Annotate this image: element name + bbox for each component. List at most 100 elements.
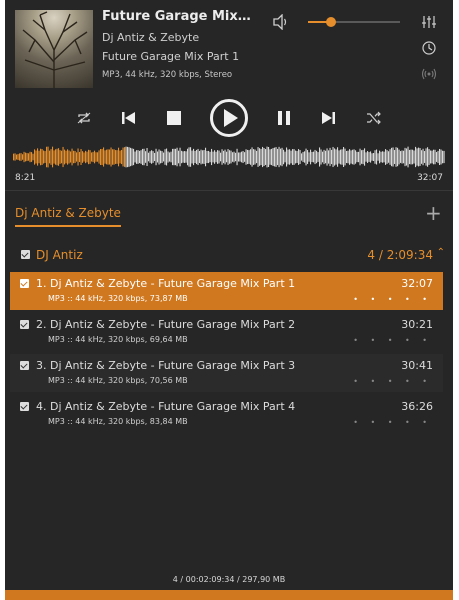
waveform-bar [443, 150, 445, 164]
waveform-bar [220, 152, 222, 162]
waveform-bar [247, 149, 249, 165]
shuffle-icon[interactable] [363, 96, 385, 140]
waveform-bar [376, 149, 378, 165]
waveform-bar [118, 147, 120, 167]
rating-dots[interactable]: • • • • • [353, 295, 432, 304]
waveform-bar [97, 152, 99, 162]
track-title: Future Garage Mix... [102, 9, 252, 24]
waveform-bar [292, 149, 294, 165]
waveform-seekbar[interactable] [13, 143, 445, 171]
item-checkbox[interactable] [20, 361, 29, 370]
waveform-bar [139, 150, 141, 164]
waveform-bar [169, 152, 171, 162]
waveform-bar [346, 150, 348, 164]
waveform-bar [278, 146, 280, 168]
waveform-bar [248, 150, 250, 164]
pause-icon[interactable] [273, 96, 295, 140]
add-tab-icon[interactable]: + [425, 203, 442, 223]
item-checkbox[interactable] [20, 402, 29, 411]
waveform-bar [95, 152, 97, 162]
waveform-bar [89, 150, 91, 164]
waveform-bar [203, 150, 205, 164]
waveform-bar [319, 147, 321, 167]
waveform-bar [344, 148, 346, 166]
waveform-bar [436, 152, 438, 162]
waveform-bar [200, 149, 202, 165]
item-duration: 30:41 [401, 359, 433, 372]
waveform-bar [53, 150, 55, 164]
waveform-bar [305, 148, 307, 166]
waveform-bar [143, 148, 145, 166]
waveform-bar [29, 151, 31, 163]
waveform-bar [238, 152, 240, 162]
waveform-bar [151, 150, 153, 164]
waveform-bar [190, 147, 192, 167]
waveform-bar [409, 149, 411, 165]
waveform-bar [271, 148, 273, 166]
waveform-bar [401, 150, 403, 164]
playlist-item[interactable]: 3. Dj Antiz & Zebyte - Future Garage Mix… [10, 354, 443, 392]
chevron-up-icon[interactable]: ⌃ [437, 247, 445, 258]
item-title: 2. Dj Antiz & Zebyte - Future Garage Mix… [36, 318, 296, 331]
playlist-item[interactable]: 1. Dj Antiz & Zebyte - Future Garage Mix… [10, 272, 443, 310]
rating-dots[interactable]: • • • • • [353, 377, 432, 386]
waveform-bar [92, 151, 94, 163]
repeat-icon[interactable] [73, 96, 95, 140]
waveform-bar [233, 151, 235, 163]
next-icon[interactable] [318, 96, 340, 140]
track-format: MP3, 44 kHz, 320 kbps, Stereo [102, 70, 233, 80]
waveform-bar [82, 151, 84, 163]
waveform-bar [367, 151, 369, 163]
waveform-bar [418, 147, 420, 167]
waveform-bar [365, 152, 367, 162]
play-icon[interactable] [207, 96, 251, 140]
waveform-bar [349, 149, 351, 165]
waveform-bar [145, 151, 147, 163]
waveform-bar [383, 151, 385, 163]
waveform-bar [52, 146, 54, 168]
waveform-bar [425, 148, 427, 166]
waveform-bar [284, 151, 286, 163]
waveform-bar [397, 147, 399, 167]
equalizer-icon[interactable] [421, 14, 441, 34]
waveform-bar [130, 147, 132, 167]
volume-knob[interactable] [326, 17, 336, 27]
broadcast-icon[interactable] [421, 66, 441, 86]
playlist-item[interactable]: 4. Dj Antiz & Zebyte - Future Garage Mix… [10, 395, 443, 433]
tab-playlist[interactable]: Dj Antiz & Zebyte [15, 206, 121, 227]
divider [5, 190, 453, 191]
waveform-bar [440, 149, 442, 165]
group-checkbox[interactable] [21, 250, 30, 259]
waveform-bar [85, 150, 87, 164]
waveform-bar [116, 150, 118, 164]
volume-slider[interactable] [308, 17, 400, 27]
track-name: Future Garage Mix Part 1 [102, 50, 240, 63]
waveform-bar [19, 153, 21, 161]
waveform-bar [388, 151, 390, 163]
waveform-bar [331, 149, 333, 165]
waveform-bar [283, 149, 285, 165]
waveform-bar [368, 152, 370, 162]
waveform-bar [316, 150, 318, 164]
playlist-item[interactable]: 2. Dj Antiz & Zebyte - Future Garage Mix… [10, 313, 443, 351]
waveform-bar [185, 151, 187, 163]
stop-icon[interactable] [163, 96, 185, 140]
previous-icon[interactable] [117, 96, 139, 140]
waveform-bar [326, 148, 328, 166]
item-checkbox[interactable] [20, 279, 29, 288]
playlist-group-header[interactable]: DJ Antiz 4 / 2:09:34 ⌃ [5, 242, 453, 268]
waveform-bar [434, 149, 436, 165]
waveform-bar [172, 148, 174, 166]
waveform-bar [424, 151, 426, 163]
waveform-bar [76, 152, 78, 162]
rating-dots[interactable]: • • • • • [353, 336, 432, 345]
waveform-bar [280, 148, 282, 166]
waveform-bar [298, 149, 300, 165]
waveform-bar [32, 153, 34, 161]
clock-icon[interactable] [421, 40, 441, 60]
rating-dots[interactable]: • • • • • [353, 418, 432, 427]
item-checkbox[interactable] [20, 320, 29, 329]
item-duration: 32:07 [401, 277, 433, 290]
waveform-bar [211, 148, 213, 166]
speaker-icon[interactable] [272, 13, 290, 34]
